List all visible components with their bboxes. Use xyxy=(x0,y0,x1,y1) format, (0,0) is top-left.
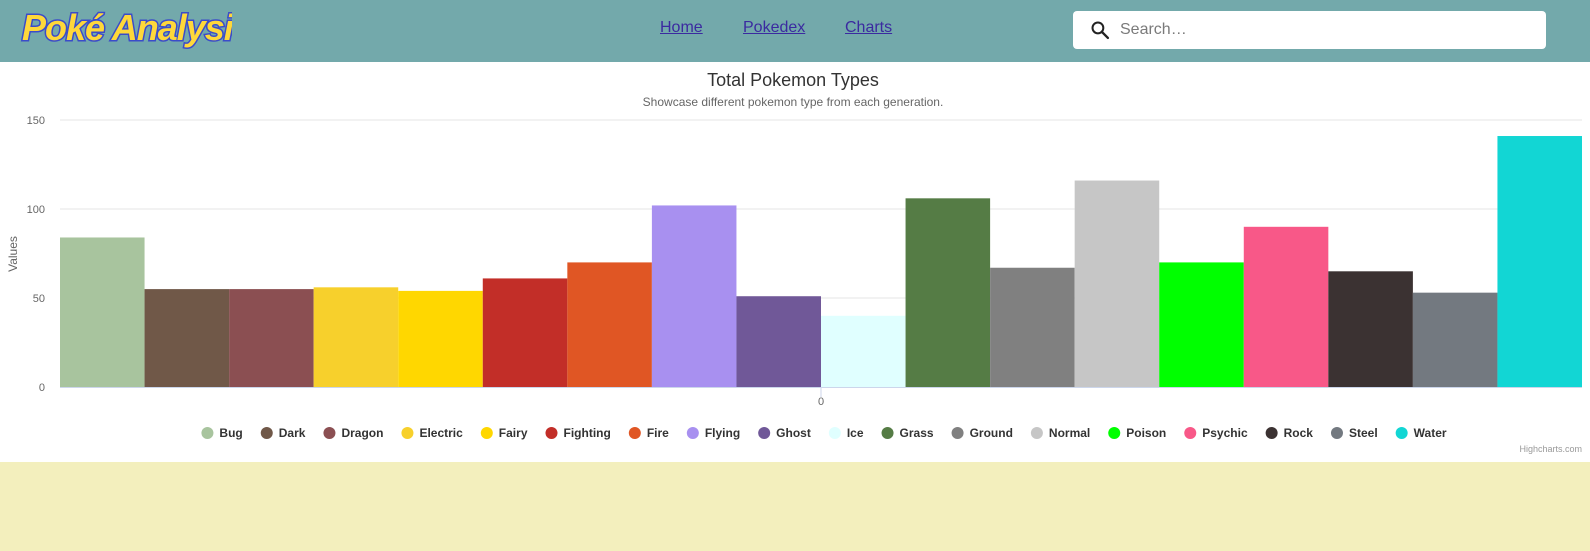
bar-steel[interactable] xyxy=(1412,292,1498,387)
nav-home-link[interactable]: Home xyxy=(660,19,703,37)
legend-label: Ice xyxy=(847,426,864,440)
legend-item-bug[interactable]: Bug xyxy=(201,426,243,440)
y-tick-label: 50 xyxy=(33,293,45,305)
legend-marker xyxy=(1395,427,1408,439)
legend-label: Electric xyxy=(419,426,463,440)
bars xyxy=(60,136,1582,387)
legend-marker xyxy=(1330,427,1343,439)
legend-label: Ghost xyxy=(776,426,811,440)
legend-marker xyxy=(1108,427,1121,439)
legend: Bug Dark Dragon Electric Fairy Fighting Fire Fl… xyxy=(201,426,1447,440)
legend-label: Rock xyxy=(1284,426,1314,440)
legend-item-ground[interactable]: Ground xyxy=(951,426,1013,440)
legend-marker xyxy=(545,427,558,439)
legend-marker xyxy=(260,427,273,439)
legend-item-rock[interactable]: Rock xyxy=(1265,426,1314,440)
bar-ghost[interactable] xyxy=(736,296,821,387)
legend-marker xyxy=(401,427,414,439)
legend-marker xyxy=(881,427,894,439)
legend-label: Fighting xyxy=(563,426,610,440)
legend-marker xyxy=(758,427,771,439)
legend-marker xyxy=(628,427,641,439)
nav-charts-link[interactable]: Charts xyxy=(845,19,892,37)
legend-label: Dragon xyxy=(341,426,383,440)
legend-label: Psychic xyxy=(1202,426,1248,440)
legend-item-fighting[interactable]: Fighting xyxy=(545,426,611,440)
chart-container: Total Pokemon Types Showcase different p… xyxy=(0,62,1590,462)
bar-ground[interactable] xyxy=(990,267,1075,387)
legend-item-dark[interactable]: Dark xyxy=(260,426,306,440)
legend-marker xyxy=(201,427,214,439)
legend-item-poison[interactable]: Poison xyxy=(1108,426,1166,440)
legend-marker xyxy=(323,427,336,439)
legend-marker xyxy=(686,427,699,439)
legend-marker xyxy=(1184,427,1197,439)
y-tick-label: 150 xyxy=(27,115,45,127)
chart-title: Total Pokemon Types xyxy=(707,70,879,90)
bar-dragon[interactable] xyxy=(229,289,314,387)
legend-marker xyxy=(828,427,841,439)
legend-label: Poison xyxy=(1126,426,1166,440)
bar-ice[interactable] xyxy=(821,315,906,387)
legend-item-grass[interactable]: Grass xyxy=(881,426,934,440)
legend-item-ghost[interactable]: Ghost xyxy=(758,426,811,440)
legend-item-flying[interactable]: Flying xyxy=(686,426,740,440)
bar-water[interactable] xyxy=(1497,136,1582,387)
legend-item-ice[interactable]: Ice xyxy=(828,426,864,440)
legend-item-water[interactable]: Water xyxy=(1395,426,1447,440)
chart-subtitle: Showcase different pokemon type from eac… xyxy=(643,95,944,109)
bar-fire[interactable] xyxy=(567,262,652,387)
nav-pokedex-link[interactable]: Pokedex xyxy=(743,19,805,37)
search-icon[interactable] xyxy=(1090,20,1110,40)
bar-rock[interactable] xyxy=(1328,271,1413,387)
bar-poison[interactable] xyxy=(1159,262,1244,387)
x-tick-label: 0 xyxy=(818,396,824,408)
legend-label: Fairy xyxy=(499,426,528,440)
legend-item-normal[interactable]: Normal xyxy=(1030,426,1090,440)
bar-electric[interactable] xyxy=(313,287,399,387)
legend-label: Normal xyxy=(1049,426,1090,440)
bar-chart: Total Pokemon Types Showcase different p… xyxy=(6,70,1582,454)
y-tick-label: 100 xyxy=(27,204,45,216)
y-axis-title: Values xyxy=(6,236,20,272)
legend-label: Dark xyxy=(279,426,306,440)
search-input[interactable] xyxy=(1120,11,1530,49)
legend-label: Bug xyxy=(219,426,242,440)
legend-item-electric[interactable]: Electric xyxy=(401,426,463,440)
legend-item-fire[interactable]: Fire xyxy=(628,426,669,440)
legend-marker xyxy=(480,427,493,439)
bar-bug[interactable] xyxy=(60,237,145,387)
legend-item-psychic[interactable]: Psychic xyxy=(1184,426,1248,440)
legend-item-fairy[interactable]: Fairy xyxy=(480,426,528,440)
top-navbar: Poké Analysis Home Pokedex Charts xyxy=(0,0,1590,62)
y-tick-label: 0 xyxy=(39,382,45,394)
bar-fairy[interactable] xyxy=(398,290,483,387)
legend-marker xyxy=(951,427,964,439)
legend-marker xyxy=(1265,427,1278,439)
legend-label: Ground xyxy=(970,426,1013,440)
bar-psychic[interactable] xyxy=(1243,226,1329,387)
bar-fighting[interactable] xyxy=(482,278,568,387)
legend-item-dragon[interactable]: Dragon xyxy=(323,426,383,440)
legend-label: Grass xyxy=(900,426,934,440)
search-box xyxy=(1073,11,1546,49)
legend-marker xyxy=(1030,427,1043,439)
credits-text[interactable]: Highcharts.com xyxy=(1519,444,1582,454)
legend-label: Fire xyxy=(647,426,669,440)
legend-label: Water xyxy=(1414,426,1447,440)
legend-label: Flying xyxy=(705,426,740,440)
legend-label: Steel xyxy=(1349,426,1378,440)
bar-grass[interactable] xyxy=(905,198,991,387)
legend-item-steel[interactable]: Steel xyxy=(1330,426,1378,440)
bar-flying[interactable] xyxy=(651,205,737,387)
gridlines xyxy=(60,119,1582,299)
bar-dark[interactable] xyxy=(144,289,230,387)
bar-normal[interactable] xyxy=(1074,180,1160,387)
